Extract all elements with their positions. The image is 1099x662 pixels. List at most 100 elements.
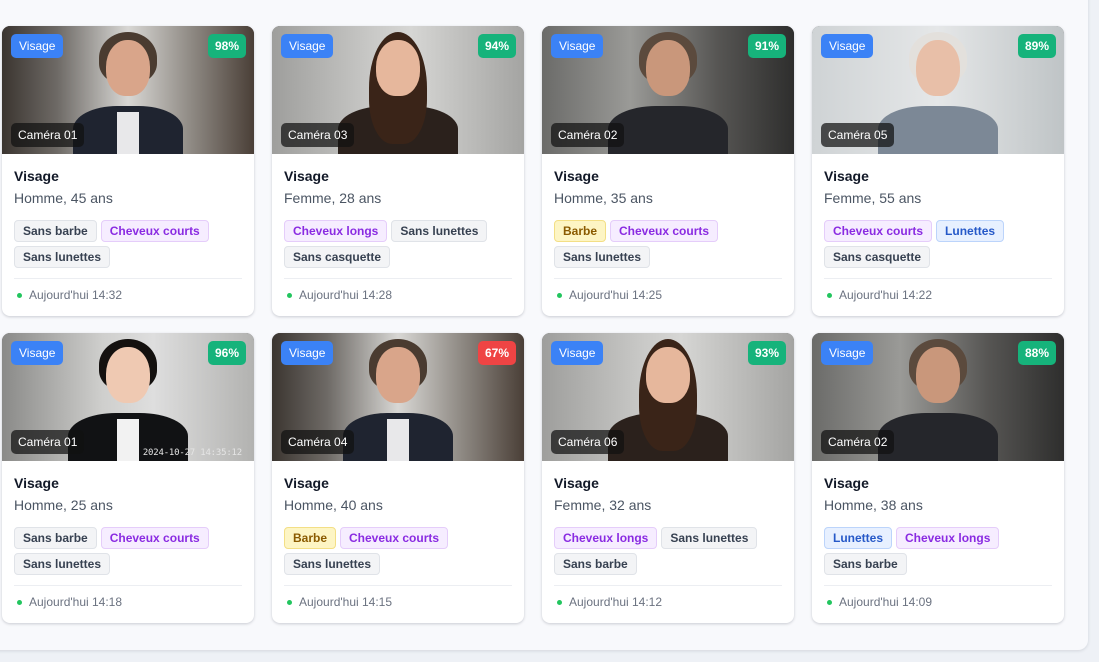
card-info: Visage Homme, 38 ans Lunettes Cheveux lon… (812, 461, 1064, 609)
attribute-tag: Cheveux courts (824, 220, 933, 242)
card-footer: Aujourd'hui 14:28 (284, 278, 512, 302)
card-subtitle: Homme, 38 ans (824, 497, 923, 513)
card-title: Visage (554, 168, 599, 184)
live-dot-icon (557, 599, 562, 605)
person-silhouette (878, 26, 998, 154)
confidence-badge: 94% (477, 34, 516, 58)
live-dot-icon (17, 599, 22, 605)
card-info: Visage Homme, 40 ans Barbe Cheveux courts… (272, 461, 524, 609)
face-thumbnail[interactable]: Visage 96% Caméra 01 2024-10-27 14:35:12 (2, 333, 254, 461)
attribute-tag: Sans barbe (14, 527, 97, 549)
face (376, 40, 420, 96)
detection-card[interactable]: Visage 98% Caméra 01 Visage Homme, 45 an… (2, 26, 254, 316)
person-silhouette (68, 333, 188, 461)
card-title: Visage (554, 475, 599, 491)
detection-type-badge: Visage (281, 341, 334, 365)
detection-card[interactable]: Visage 93% Caméra 06 Visage Femme, 32 an… (542, 333, 794, 623)
card-footer: Aujourd'hui 14:09 (824, 585, 1052, 609)
attribute-tags: Cheveux longs Sans lunettes Sans barbe (554, 527, 782, 575)
face-thumbnail[interactable]: Visage 88% Caméra 02 (812, 333, 1064, 461)
detection-type-badge: Visage (11, 34, 64, 58)
card-footer: Aujourd'hui 14:15 (284, 585, 512, 609)
attribute-tag: Sans lunettes (391, 220, 488, 242)
face (916, 40, 960, 96)
attribute-tag: Sans casquette (284, 246, 391, 268)
attribute-tags: Lunettes Cheveux longs Sans barbe (824, 527, 1052, 575)
card-subtitle: Homme, 45 ans (14, 190, 113, 206)
card-info: Visage Homme, 45 ans Sans barbe Cheveux c… (2, 154, 254, 302)
attribute-tag: Cheveux longs (554, 527, 658, 549)
camera-badge: Caméra 01 (11, 430, 85, 454)
card-title: Visage (824, 475, 869, 491)
live-dot-icon (827, 292, 832, 298)
card-info: Visage Femme, 28 ans Cheveux longs Sans l… (272, 154, 524, 302)
detection-time: Aujourd'hui 14:22 (839, 288, 933, 302)
card-title: Visage (14, 168, 59, 184)
face-thumbnail[interactable]: Visage 94% Caméra 03 (272, 26, 524, 154)
camera-badge: Caméra 05 (821, 123, 895, 147)
card-title: Visage (284, 168, 329, 184)
attribute-tags: Sans barbe Cheveux courts Sans lunettes (14, 527, 242, 575)
card-subtitle: Homme, 35 ans (554, 190, 653, 206)
attribute-tags: Barbe Cheveux courts Sans lunettes (554, 220, 782, 268)
camera-badge: Caméra 01 (11, 123, 85, 147)
attribute-tag: Barbe (284, 527, 337, 549)
face-thumbnail[interactable]: Visage 93% Caméra 06 (542, 333, 794, 461)
attribute-tag: Cheveux courts (340, 527, 449, 549)
detection-type-badge: Visage (821, 341, 874, 365)
detection-card[interactable]: Visage 91% Caméra 02 Visage Homme, 35 an… (542, 26, 794, 316)
collar (117, 112, 139, 154)
detection-time: Aujourd'hui 14:28 (299, 288, 393, 302)
card-footer: Aujourd'hui 14:12 (554, 585, 782, 609)
face (106, 347, 150, 403)
detection-time: Aujourd'hui 14:12 (569, 595, 663, 609)
confidence-badge: 93% (747, 341, 786, 365)
collar (387, 419, 409, 461)
face (646, 40, 690, 96)
detections-grid: Visage 98% Caméra 01 Visage Homme, 45 an… (2, 26, 1064, 623)
collar (117, 419, 139, 461)
face-thumbnail[interactable]: Visage 91% Caméra 02 (542, 26, 794, 154)
face (916, 347, 960, 403)
attribute-tags: Cheveux courts Lunettes Sans casquette (824, 220, 1052, 268)
live-dot-icon (287, 599, 292, 605)
attribute-tag: Cheveux courts (100, 220, 209, 242)
card-info: Visage Femme, 32 ans Cheveux longs Sans l… (542, 461, 794, 609)
attribute-tag: Barbe (554, 220, 607, 242)
detection-card[interactable]: Visage 94% Caméra 03 Visage Femme, 28 an… (272, 26, 524, 316)
live-dot-icon (17, 292, 22, 298)
confidence-badge: 98% (207, 34, 246, 58)
detection-card[interactable]: Visage 67% Caméra 04 Visage Homme, 40 an… (272, 333, 524, 623)
detection-type-badge: Visage (821, 34, 874, 58)
attribute-tag: Lunettes (824, 527, 893, 549)
detection-card[interactable]: Visage 96% Caméra 01 2024-10-27 14:35:12… (2, 333, 254, 623)
face-thumbnail[interactable]: Visage 98% Caméra 01 (2, 26, 254, 154)
attribute-tag: Sans casquette (824, 246, 931, 268)
card-subtitle: Homme, 40 ans (284, 497, 383, 513)
card-footer: Aujourd'hui 14:22 (824, 278, 1052, 302)
card-info: Visage Femme, 55 ans Cheveux courts Lunet… (812, 154, 1064, 302)
detection-type-badge: Visage (551, 341, 604, 365)
card-title: Visage (14, 475, 59, 491)
card-footer: Aujourd'hui 14:25 (554, 278, 782, 302)
attribute-tag: Sans lunettes (14, 246, 111, 268)
attribute-tags: Barbe Cheveux courts Sans lunettes (284, 527, 512, 575)
attribute-tag: Cheveux longs (284, 220, 388, 242)
detection-time: Aujourd'hui 14:32 (29, 288, 123, 302)
detection-card[interactable]: Visage 89% Caméra 05 Visage Femme, 55 an… (812, 26, 1064, 316)
collar (927, 419, 949, 461)
person-silhouette (608, 26, 728, 154)
face-thumbnail[interactable]: Visage 89% Caméra 05 (812, 26, 1064, 154)
collar (657, 112, 679, 154)
card-subtitle: Femme, 55 ans (824, 190, 922, 206)
person-silhouette (343, 333, 453, 461)
camera-badge: Caméra 04 (281, 430, 355, 454)
camera-badge: Caméra 03 (281, 123, 355, 147)
face (106, 40, 150, 96)
attribute-tags: Cheveux longs Sans lunettes Sans casquette (284, 220, 512, 268)
face-thumbnail[interactable]: Visage 67% Caméra 04 (272, 333, 524, 461)
person-silhouette (608, 333, 728, 461)
detection-time: Aujourd'hui 14:15 (299, 595, 393, 609)
detection-card[interactable]: Visage 88% Caméra 02 Visage Homme, 38 an… (812, 333, 1064, 623)
person-silhouette (338, 26, 458, 154)
